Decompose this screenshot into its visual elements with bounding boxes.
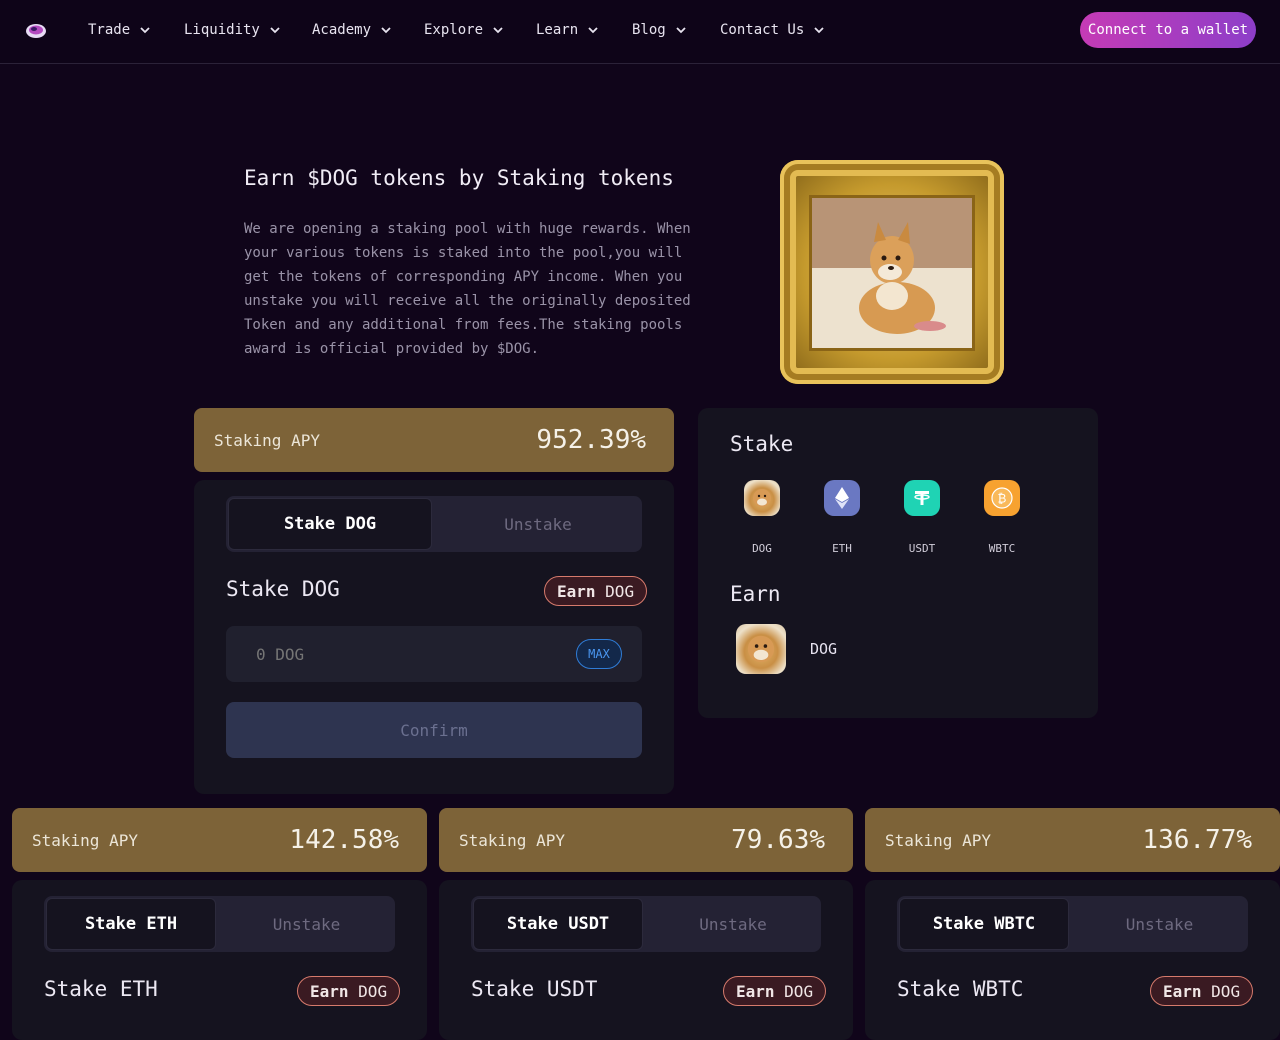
earn-word: Earn [736, 981, 775, 1001]
chevron-down-icon [270, 27, 280, 34]
tab-stake[interactable]: Stake ETH [46, 898, 216, 950]
earn-token: DOG [1211, 981, 1241, 1001]
earn-badge: Earn DOG [297, 976, 401, 1006]
chevron-down-icon [814, 27, 824, 34]
hero-title: Earn $DOG tokens by Staking tokens [244, 166, 674, 190]
nav-academy-label: Academy [312, 22, 372, 38]
apy-label: Staking APY [885, 830, 991, 850]
brand-logo-icon[interactable] [24, 18, 48, 42]
stake-title: Stake [730, 432, 794, 456]
nav-explore[interactable]: Explore [424, 20, 503, 40]
stake-heading: Stake ETH [44, 977, 158, 1001]
tab-stake[interactable]: Stake USDT [473, 898, 643, 950]
chevron-down-icon [381, 27, 391, 34]
usdt-stake-card: Stake USDT Unstake Stake USDT Earn DOG [439, 880, 853, 1040]
doge-avatar-icon [736, 624, 786, 674]
svg-text:₿: ₿ [998, 492, 1007, 506]
stake-amount-input[interactable] [254, 643, 558, 665]
tab-unstake[interactable]: Unstake [645, 898, 821, 950]
tab-unstake[interactable]: Unstake [218, 898, 395, 950]
stake-tabs: Stake ETH Unstake [44, 896, 395, 952]
bitcoin-icon[interactable]: ₿ [984, 480, 1020, 516]
doge-illustration [812, 198, 972, 348]
nav-blog-label: Blog [632, 22, 666, 38]
apy-value: 79.63% [731, 825, 825, 855]
chevron-down-icon [493, 27, 503, 34]
nav-liquidity[interactable]: Liquidity [184, 20, 280, 40]
apy-label: Staking APY [32, 830, 138, 850]
earn-token: DOG [784, 981, 814, 1001]
apy-label: Staking APY [459, 830, 565, 850]
amount-field-container: MAX [226, 626, 642, 682]
earn-badge: Earn DOG [723, 976, 827, 1006]
eth-stake-card: Stake ETH Unstake Stake ETH Earn DOG [12, 880, 427, 1040]
eth-apy-bar: Staking APY 142.58% [12, 808, 427, 872]
stake-tabs: Stake USDT Unstake [471, 896, 821, 952]
top-nav: Trade Liquidity Academy Explore Learn Bl… [0, 0, 1280, 64]
stake-tabs: Stake DOG Unstake [226, 496, 642, 552]
doge-framed-image [780, 160, 1004, 384]
hero-description: We are opening a staking pool with huge … [244, 221, 691, 357]
earn-token: DOG [358, 981, 388, 1001]
tab-stake[interactable]: Stake WBTC [899, 898, 1069, 950]
chevron-down-icon [676, 27, 686, 34]
usdt-apy-bar: Staking APY 79.63% [439, 808, 853, 872]
stake-heading: Stake DOG [226, 577, 340, 601]
earn-word: Earn [310, 981, 349, 1001]
nav-academy[interactable]: Academy [312, 20, 391, 40]
nav-contact-us[interactable]: Contact Us [720, 20, 824, 40]
stake-heading: Stake USDT [471, 977, 598, 1001]
main-stake-card: Stake DOG Unstake Stake DOG Earn DOG MAX… [194, 480, 674, 794]
nav-liquidity-label: Liquidity [184, 22, 260, 38]
nav-learn[interactable]: Learn [536, 20, 598, 40]
apy-value: 136.77% [1142, 825, 1252, 855]
earn-token-name: DOG [810, 640, 838, 658]
stake-tabs: Stake WBTC Unstake [897, 896, 1248, 952]
max-button[interactable]: MAX [576, 639, 622, 669]
connect-wallet-button[interactable]: Connect to a wallet [1080, 12, 1256, 48]
apy-value: 952.39% [536, 425, 646, 455]
nav-trade[interactable]: Trade [88, 20, 150, 40]
nav-learn-label: Learn [536, 22, 579, 38]
tab-unstake[interactable]: Unstake [434, 498, 642, 550]
token-name-wbtc: WBTC [988, 542, 1016, 555]
nav-trade-label: Trade [88, 22, 131, 38]
main-apy-bar: Staking APY 952.39% [194, 408, 674, 472]
token-name-eth: ETH [832, 542, 852, 555]
nav-blog[interactable]: Blog [632, 20, 686, 40]
token-name-usdt: USDT [908, 542, 936, 555]
doge-picture [812, 198, 972, 348]
stake-token-panel: Stake DOG ETH USDT ₿ WBTC Earn DOG [698, 408, 1098, 718]
chevron-down-icon [588, 27, 598, 34]
nav-explore-label: Explore [424, 22, 484, 38]
ethereum-icon[interactable] [824, 480, 860, 516]
wbtc-apy-bar: Staking APY 136.77% [865, 808, 1280, 872]
apy-label: Staking APY [214, 430, 320, 450]
wbtc-stake-card: Stake WBTC Unstake Stake WBTC Earn DOG [865, 880, 1280, 1040]
earn-title: Earn [730, 582, 781, 606]
earn-badge: Earn DOG [544, 576, 648, 606]
chevron-down-icon [140, 27, 150, 34]
doge-avatar-icon[interactable] [744, 480, 780, 516]
confirm-button[interactable]: Confirm [226, 702, 642, 758]
earn-token: DOG [605, 581, 635, 601]
nav-contact-us-label: Contact Us [720, 22, 805, 38]
stake-heading: Stake WBTC [897, 977, 1024, 1001]
earn-word: Earn [1163, 981, 1202, 1001]
earn-word: Earn [557, 581, 596, 601]
token-name-dog: DOG [752, 542, 772, 555]
earn-badge: Earn DOG [1150, 976, 1254, 1006]
tether-icon[interactable] [904, 480, 940, 516]
tab-stake[interactable]: Stake DOG [228, 498, 432, 550]
apy-value: 142.58% [289, 825, 399, 855]
tab-unstake[interactable]: Unstake [1071, 898, 1248, 950]
